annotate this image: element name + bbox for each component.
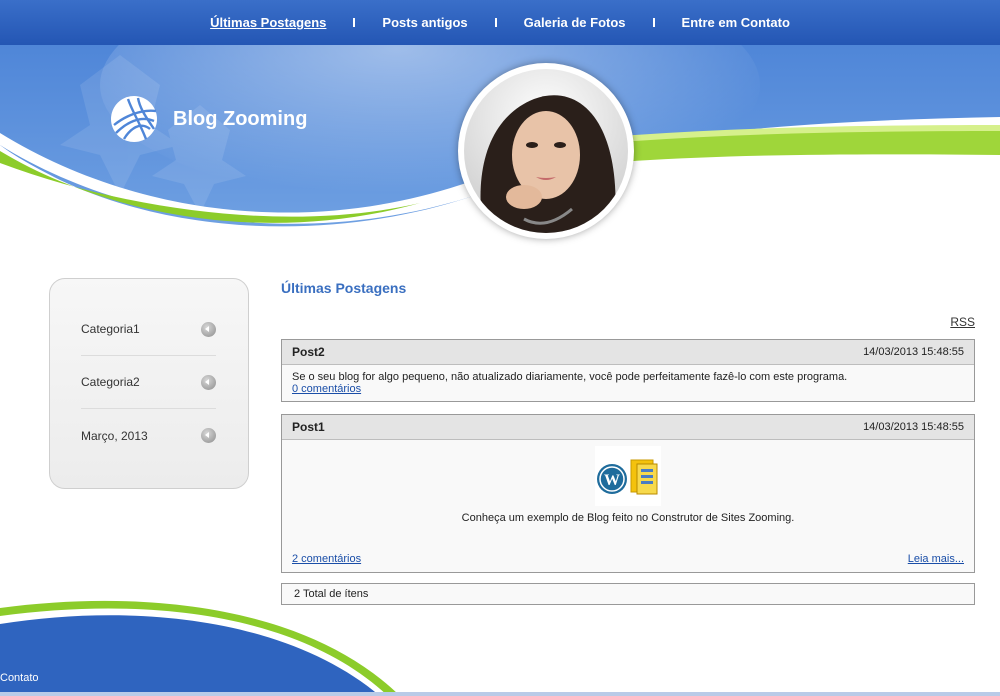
site-title: Blog Zooming (173, 107, 308, 130)
post-text: Conheça um exemplo de Blog feito no Cons… (461, 512, 795, 524)
post-header: Post2 14/03/2013 15:48:55 (282, 340, 974, 365)
comments-link[interactable]: 0 comentários (292, 383, 361, 395)
post-header: Post1 14/03/2013 15:48:55 (282, 415, 974, 440)
sidebar-item-categoria2[interactable]: Categoria2 (81, 356, 216, 409)
post-body: W Conheça um exemplo de Blog feito no Co… (282, 440, 974, 572)
post-card: Post2 14/03/2013 15:48:55 Se o seu blog … (281, 339, 975, 402)
sidebar-item-marco-2013[interactable]: Março, 2013 (81, 409, 216, 462)
post-body: Se o seu blog for algo pequeno, não atua… (282, 365, 974, 401)
nav-item-entre-em-contato[interactable]: Entre em Contato (655, 15, 817, 30)
profile-photo (458, 63, 634, 239)
post-date: 14/03/2013 15:48:55 (863, 346, 964, 358)
arrow-left-icon (201, 321, 216, 337)
header-banner: Blog Zooming (0, 45, 1000, 260)
page-title: Últimas Postagens (281, 280, 407, 296)
sidebar-item-label: Categoria1 (81, 322, 140, 336)
read-more-link[interactable]: Leia mais... (908, 553, 964, 565)
comments-link[interactable]: 2 comentários (292, 553, 361, 565)
main-content: Últimas Postagens RSS Post2 14/03/2013 1… (281, 278, 975, 605)
post-card: Post1 14/03/2013 15:48:55 W Conheça um e… (281, 414, 975, 573)
globe-logo-icon (111, 96, 157, 142)
post-image: W (595, 446, 661, 506)
sidebar-categories: Categoria1 Categoria2 Março, 2013 (49, 278, 249, 489)
post-title: Post1 (292, 420, 325, 434)
svg-text:W: W (604, 472, 620, 489)
post-text: Se o seu blog for algo pequeno, não atua… (292, 371, 848, 383)
portrait-image (464, 69, 628, 233)
arrow-left-icon (201, 428, 216, 443)
footer: Contato (0, 598, 1000, 696)
sidebar-item-label: Março, 2013 (81, 428, 148, 443)
wordpress-logo-icon: W (597, 459, 658, 495)
nav-item-ultimas-postagens[interactable]: Últimas Postagens (183, 15, 353, 30)
post-date: 14/03/2013 15:48:55 (863, 421, 964, 433)
arrow-left-icon (201, 374, 216, 390)
top-navigation: Últimas Postagens Posts antigos Galeria … (0, 0, 1000, 45)
nav-item-galeria-de-fotos[interactable]: Galeria de Fotos (497, 15, 653, 30)
rss-link[interactable]: RSS (950, 315, 975, 329)
post-title: Post2 (292, 345, 325, 359)
nav-item-posts-antigos[interactable]: Posts antigos (355, 15, 494, 30)
site-logo[interactable]: Blog Zooming (110, 95, 307, 143)
footer-contact-link[interactable]: Contato (0, 672, 39, 684)
sidebar-item-label: Categoria2 (81, 375, 140, 389)
footer-background (0, 600, 1000, 696)
sidebar-item-categoria1[interactable]: Categoria1 (81, 303, 216, 356)
